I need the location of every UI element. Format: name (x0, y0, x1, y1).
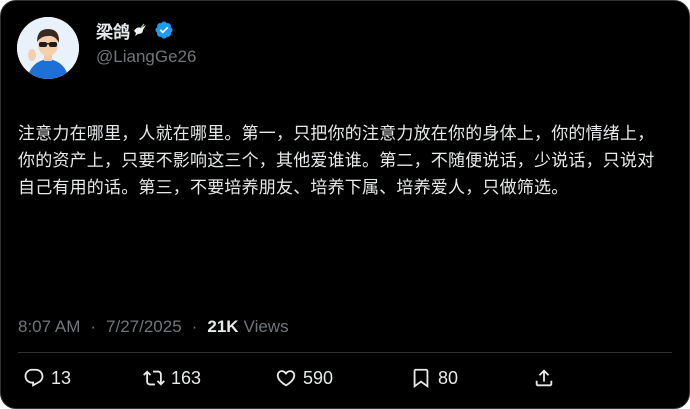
author-handle[interactable]: @LiangGe26 (96, 47, 196, 67)
reply-icon (23, 367, 45, 389)
retweet-icon (143, 367, 165, 389)
bookmark-icon (410, 367, 432, 389)
views-label: Views (243, 317, 289, 336)
verified-badge-icon[interactable] (154, 20, 174, 40)
tweet-date[interactable]: 7/27/2025 (106, 317, 182, 337)
bookmark-count: 80 (438, 367, 459, 388)
author-name-row: 梁鸽 (96, 18, 174, 43)
divider (18, 352, 672, 353)
share-icon (533, 367, 555, 389)
avatar-photo (17, 17, 79, 79)
reply-count: 13 (51, 367, 72, 388)
tweet-time[interactable]: 8:07 AM (18, 317, 80, 337)
action-bar: 13 163 590 80 (1, 363, 690, 393)
meta-separator: · (191, 317, 198, 336)
reply-button[interactable]: 13 (23, 363, 71, 393)
like-button[interactable]: 590 (275, 363, 333, 393)
retweet-count: 163 (171, 367, 202, 388)
heart-icon (275, 367, 297, 389)
bookmark-button[interactable]: 80 (410, 363, 458, 393)
meta-separator: · (90, 317, 97, 336)
tweet-text: 注意力在哪里，人就在哪里。第一，只把你的注意力放在你的身体上，你的情绪上，你的资… (18, 124, 655, 198)
views-count: 21K (207, 317, 239, 336)
tweet-meta: 8:07 AM · 7/27/2025 · 21K Views (18, 315, 289, 339)
tweet-card: 梁鸽 @LiangGe26 注意力在哪里，人就在哪里。第一，只把你的注意力放在你… (0, 0, 690, 409)
like-count: 590 (303, 367, 334, 388)
retweet-button[interactable]: 163 (143, 363, 201, 393)
dove-icon (132, 22, 148, 38)
avatar[interactable] (17, 17, 79, 79)
share-button[interactable] (533, 363, 555, 393)
display-name[interactable]: 梁鸽 (96, 18, 130, 43)
